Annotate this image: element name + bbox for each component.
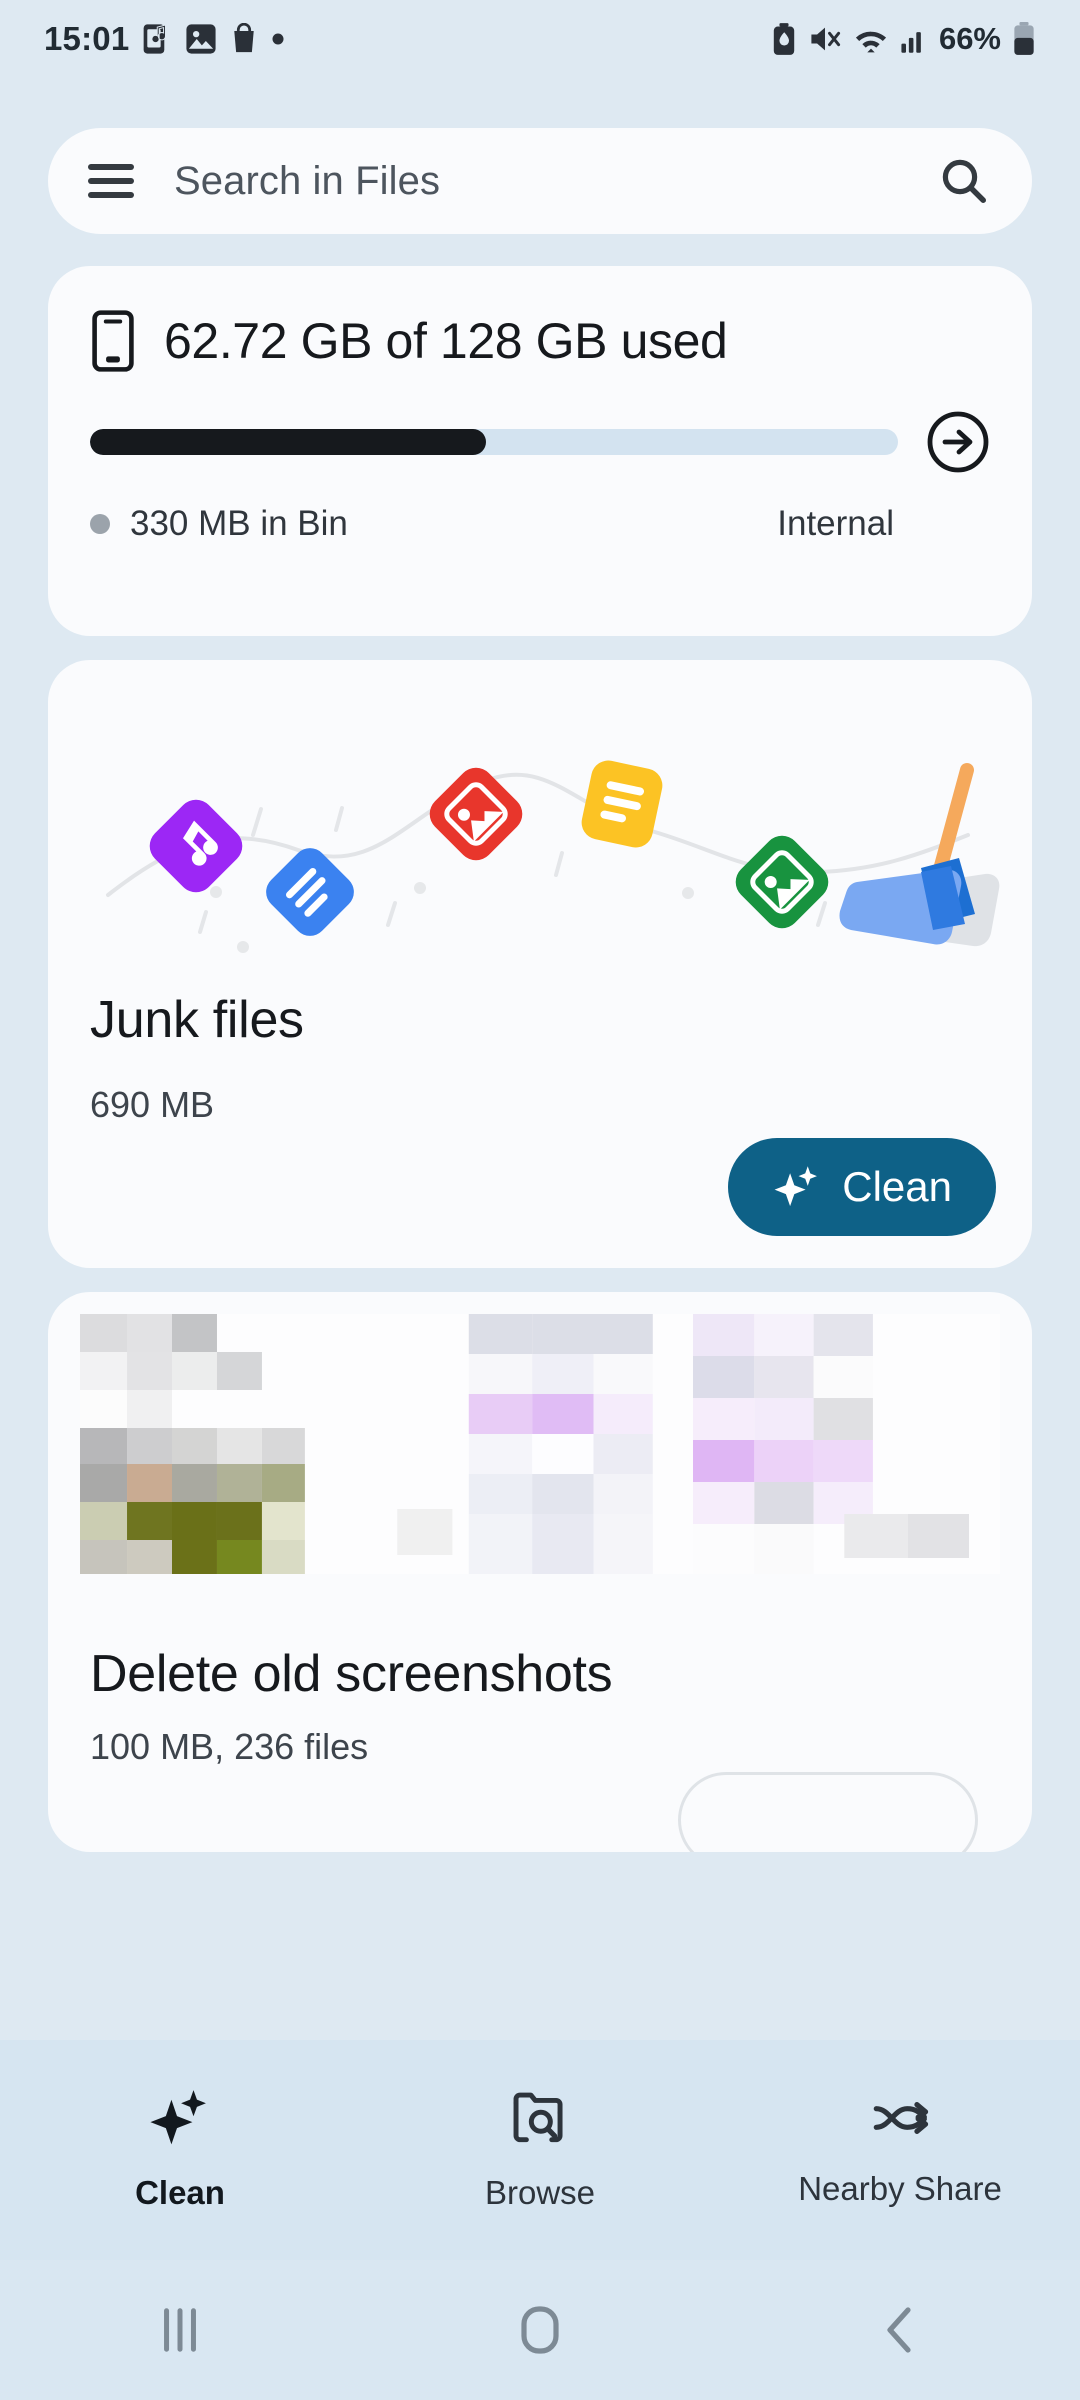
folder-search-icon [509,2088,571,2148]
wifi-icon [853,23,889,55]
storage-bin-label: 330 MB in Bin [130,504,348,543]
dot-icon [271,32,285,46]
recents-icon[interactable] [0,2305,360,2355]
junk-files-size: 690 MB [90,1084,215,1125]
music-note-phone-icon [142,22,172,56]
menu-icon[interactable] [88,164,134,198]
nav-item-nearby-share[interactable]: Nearby Share [720,2092,1080,2208]
junk-files-card[interactable]: Junk files 690 MB Clean [48,660,1032,1268]
screenshot-thumb-3[interactable] [693,1314,1001,1574]
arrow-right-circle-icon[interactable] [926,410,990,474]
status-bar-right: 66% [771,21,1036,57]
battery-percent: 66% [938,21,1001,56]
junk-files-title: Junk files [90,991,304,1049]
junk-files-illustration [48,660,1032,960]
nav-item-clean[interactable]: Clean [0,2088,360,2212]
screenshots-title: Delete old screenshots [90,1645,613,1703]
search-bar[interactable]: Search in Files [48,128,1032,234]
status-time: 15:01 [44,20,130,57]
storage-card[interactable]: 62.72 GB of 128 GB used 330 MB in Bin In… [48,266,1032,636]
back-icon[interactable] [720,2304,1080,2356]
menu-icon-line [88,192,134,198]
screenshot-thumb-2[interactable] [386,1314,694,1574]
home-icon[interactable] [360,2304,720,2356]
battery-icon [1012,22,1036,56]
clean-button-label: Clean [842,1163,952,1210]
sparkle-icon [147,2088,213,2148]
clean-button[interactable]: Clean [728,1138,996,1236]
bottom-navigation-bar: Clean Browse Nearby Share [0,2040,1080,2260]
storage-volume-label: Internal [777,504,894,543]
menu-icon-line [88,164,134,170]
storage-header: 62.72 GB of 128 GB used [90,310,990,372]
shopping-bag-icon [230,23,258,55]
screenshots-card[interactable]: Delete old screenshots 100 MB, 236 files [48,1292,1032,1852]
nav-item-browse-label: Browse [484,2174,596,2211]
nav-item-browse[interactable]: Browse [360,2088,720,2212]
menu-icon-line [88,178,134,184]
bin-legend-dot-icon [90,514,110,534]
status-bar-left: 15:01 [44,20,285,58]
android-system-nav [0,2260,1080,2400]
status-bar: 15:01 66% [0,0,1080,78]
screenshots-subtitle: 100 MB, 236 files [90,1726,369,1767]
battery-saver-icon [771,22,797,56]
phone-icon [90,310,136,372]
storage-progress-fill [90,429,486,455]
cellular-signal-icon [900,23,928,55]
screenshots-action-button[interactable] [678,1772,978,1852]
screenshot-thumb-1[interactable] [80,1314,387,1574]
nearby-share-icon [867,2092,933,2144]
nav-item-clean-label: Clean [135,2174,225,2211]
storage-legend: 330 MB in Bin Internal [90,504,990,544]
storage-bar-row [90,410,990,474]
search-icon[interactable] [936,153,992,209]
nav-item-nearby-share-label: Nearby Share [798,2170,1002,2207]
screenshot-thumbnail-strip [48,1314,1032,1592]
photos-icon [185,22,217,56]
storage-title: 62.72 GB of 128 GB used [164,313,728,369]
app-screen: 15:01 66% Search in Files 62.72 GB of 12… [0,0,1080,2400]
storage-bin-legend: 330 MB in Bin [90,504,348,544]
search-input[interactable]: Search in Files [174,159,936,204]
sparkle-icon [772,1164,822,1210]
mute-icon [808,23,842,55]
storage-progress-bar [90,429,898,455]
